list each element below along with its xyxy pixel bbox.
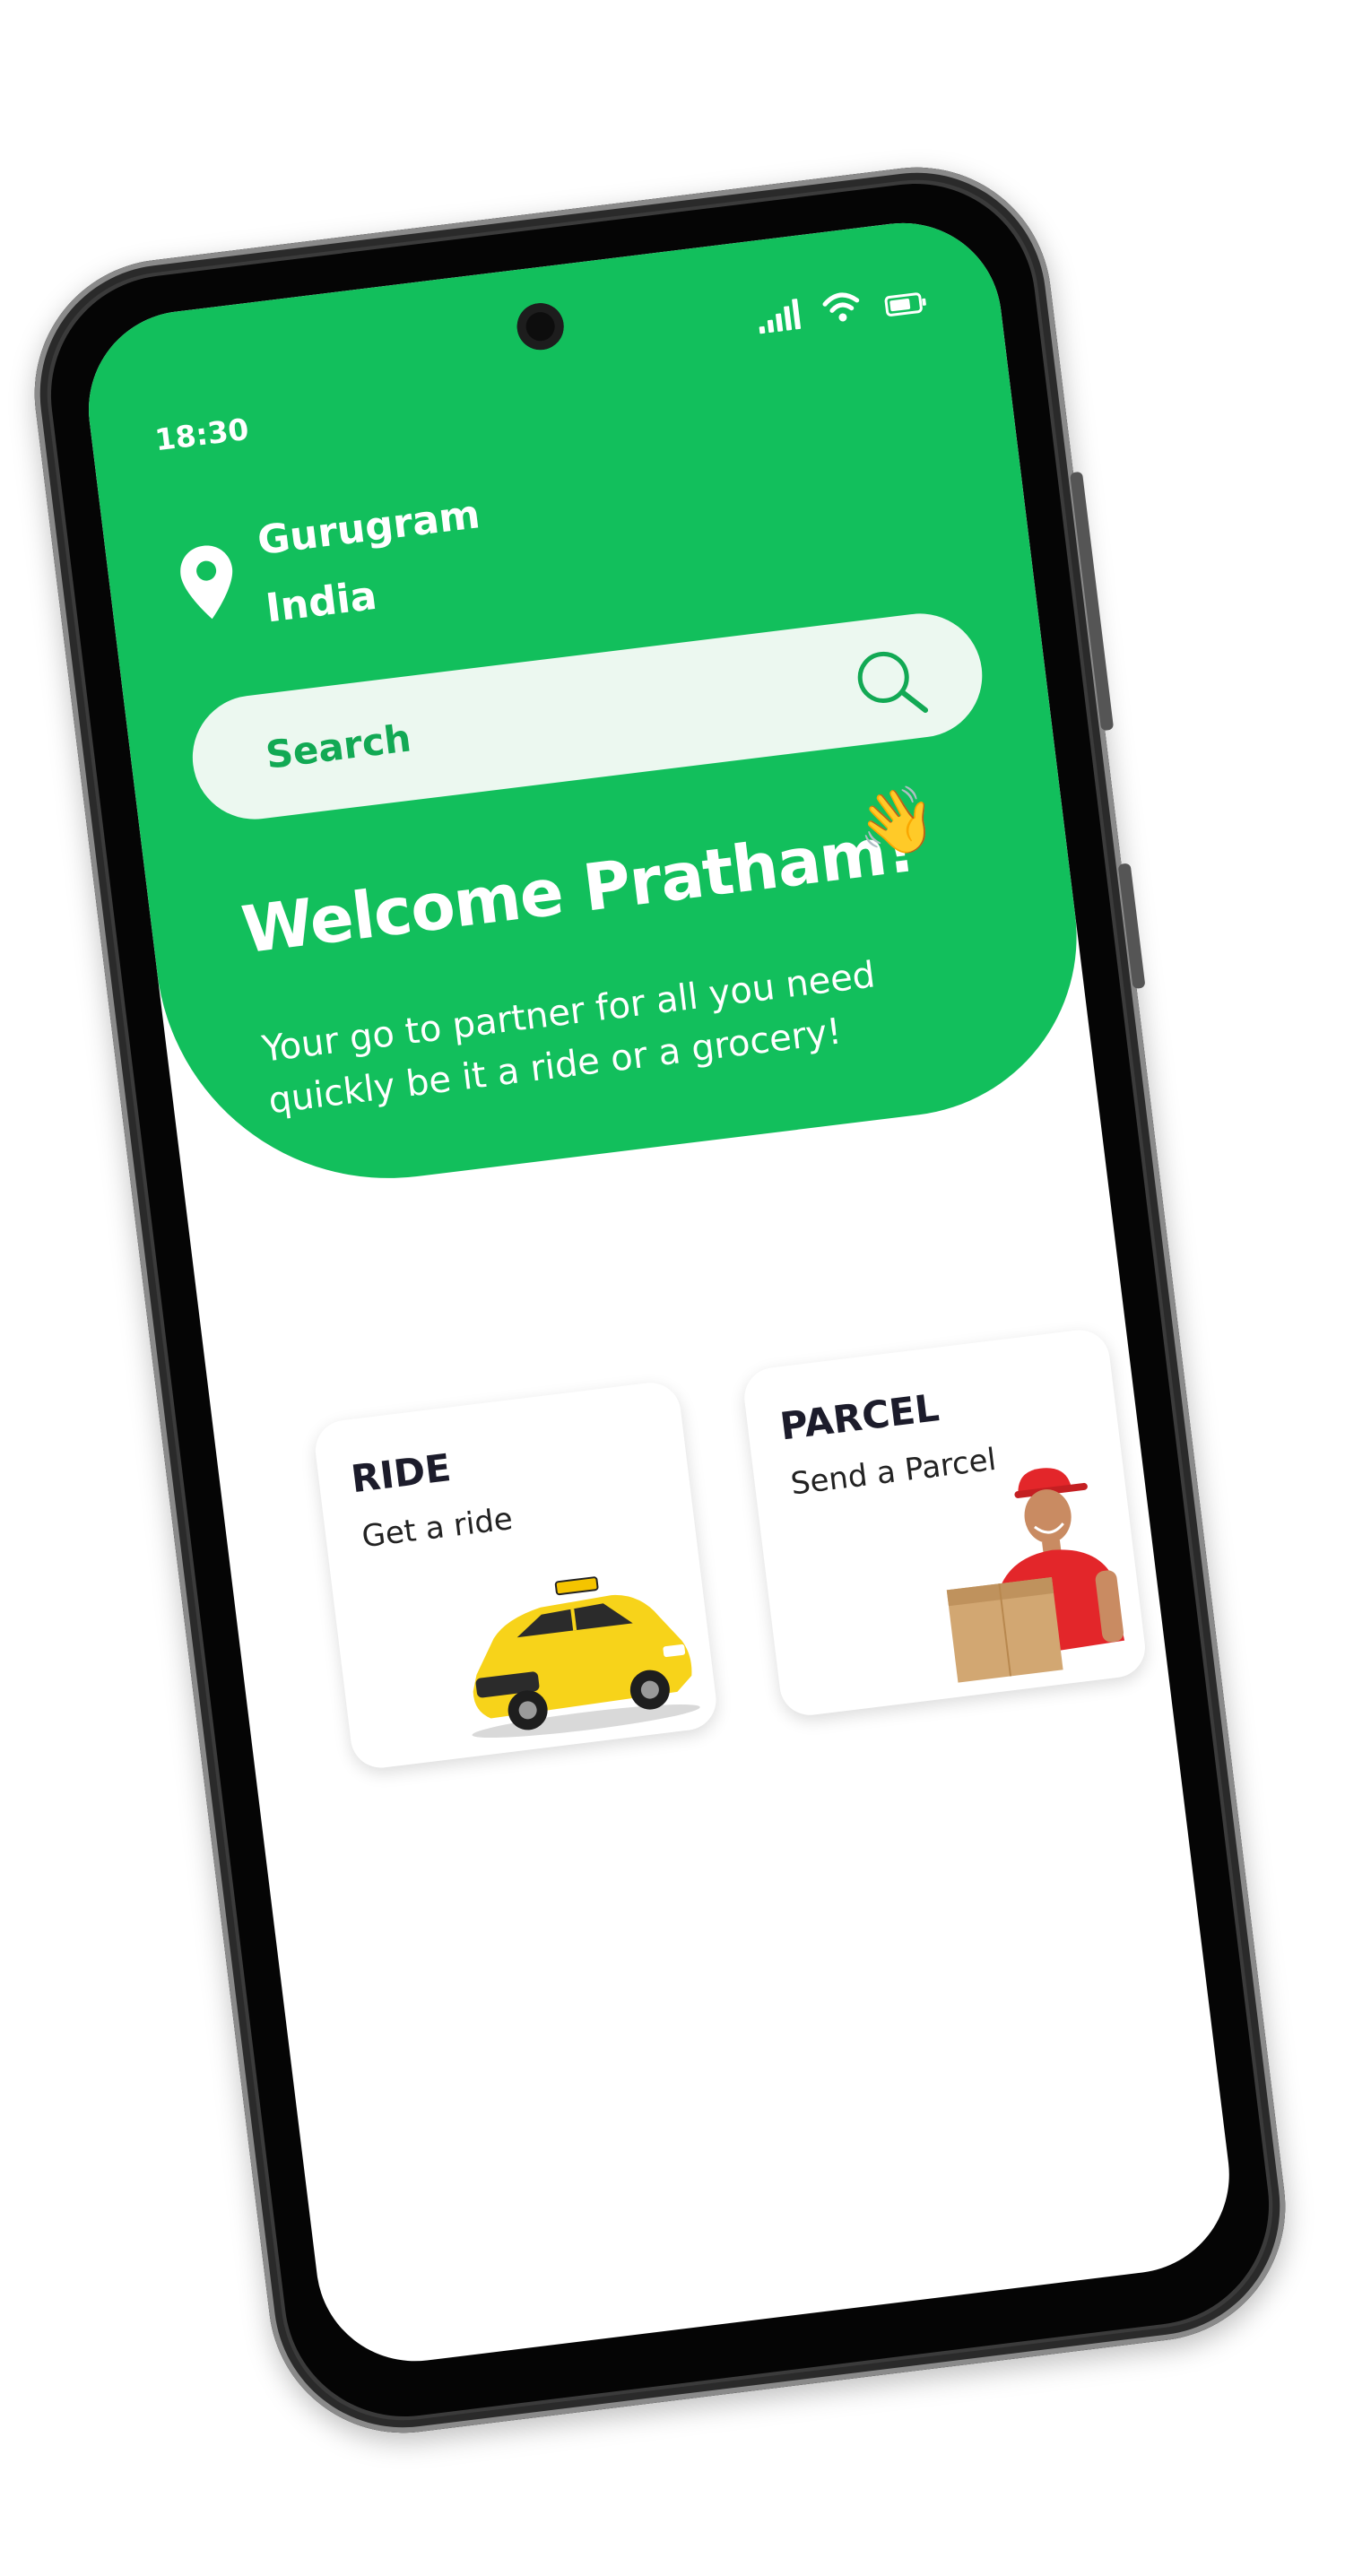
waving-hand-icon: 👋 xyxy=(852,778,941,863)
location-selector[interactable]: Gurugram India xyxy=(172,481,492,653)
status-time: 18:30 xyxy=(152,411,251,458)
ride-card-subtitle: Get a ride xyxy=(360,1501,515,1556)
ride-card[interactable]: RIDE Get a ride xyxy=(311,1379,720,1772)
power-button xyxy=(1117,863,1146,990)
phone-bezel: 18:30 Gurugram India Search Welcome Prat… xyxy=(37,169,1283,2431)
parcel-card[interactable]: PARCEL Send a Parcel xyxy=(741,1326,1149,1719)
status-icons xyxy=(756,281,929,334)
taxi-car-image xyxy=(472,1576,700,1739)
app-screen: 18:30 Gurugram India Search Welcome Prat… xyxy=(77,212,1241,2372)
location-text: Gurugram India xyxy=(254,481,492,643)
location-pin-icon xyxy=(180,545,233,620)
header-panel: 18:30 Gurugram India Search Welcome Prat… xyxy=(77,212,1098,1205)
front-camera xyxy=(514,300,567,353)
wifi-icon xyxy=(822,292,860,322)
signal-icon xyxy=(756,299,802,334)
welcome-subtitle: Your go to partner for all you need quic… xyxy=(259,954,878,1123)
phone-frame: 18:30 Gurugram India Search Welcome Prat… xyxy=(19,152,1301,2449)
parcel-card-title: PARCEL xyxy=(777,1385,941,1449)
delivery-man-image xyxy=(946,1468,1125,1683)
ride-card-title: RIDE xyxy=(348,1445,454,1502)
battery-icon xyxy=(884,292,926,317)
search-input[interactable]: Search xyxy=(264,716,413,776)
mockup-stage: 18:30 Gurugram India Search Welcome Prat… xyxy=(0,0,1345,2576)
welcome-title: Welcome Pratham! xyxy=(238,811,919,968)
search-icon[interactable] xyxy=(847,640,932,724)
